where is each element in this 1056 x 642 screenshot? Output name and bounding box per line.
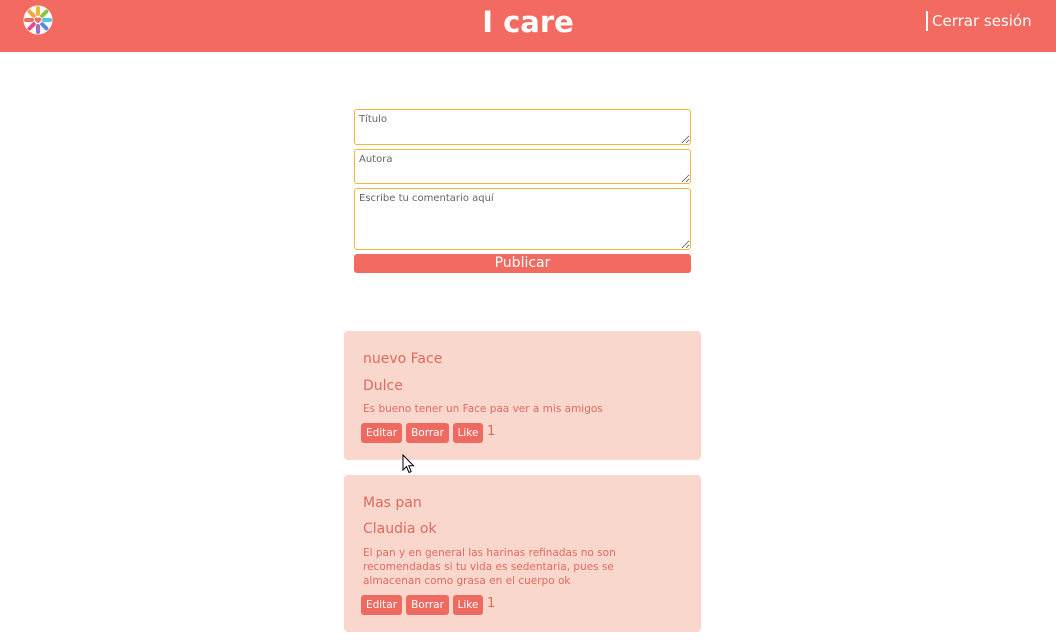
author-input[interactable] xyxy=(354,149,691,184)
edit-button[interactable]: Editar xyxy=(361,423,402,443)
like-button[interactable]: Like xyxy=(453,595,483,615)
edit-button[interactable]: Editar xyxy=(361,595,402,615)
post-title: Mas pan xyxy=(363,495,422,511)
comment-input[interactable] xyxy=(354,188,691,250)
post-body: El pan y en general las harinas refinada… xyxy=(363,547,616,587)
app-title: I care xyxy=(482,5,574,39)
post-author: Dulce xyxy=(363,378,403,394)
like-button[interactable]: Like xyxy=(453,423,483,443)
post-title: nuevo Face xyxy=(363,351,443,367)
post-body: Es bueno tener un Face paa ver a mis ami… xyxy=(363,403,603,415)
post-author: Claudia ok xyxy=(363,521,437,537)
delete-button[interactable]: Borrar xyxy=(406,595,449,615)
like-count: 1 xyxy=(487,596,496,611)
post-card: Mas pan Claudia ok El pan y en general l… xyxy=(344,475,701,632)
post-card: nuevo Face Dulce Es bueno tener un Face … xyxy=(344,331,701,460)
delete-button[interactable]: Borrar xyxy=(406,423,449,443)
like-count: 1 xyxy=(487,424,496,439)
publish-button[interactable]: Publicar xyxy=(354,254,691,273)
logout-link[interactable]: Cerrar sesión xyxy=(926,11,1032,31)
mouse-pointer-icon xyxy=(402,454,415,474)
top-header: I care Cerrar sesión xyxy=(0,0,1056,52)
title-input[interactable] xyxy=(354,109,691,145)
